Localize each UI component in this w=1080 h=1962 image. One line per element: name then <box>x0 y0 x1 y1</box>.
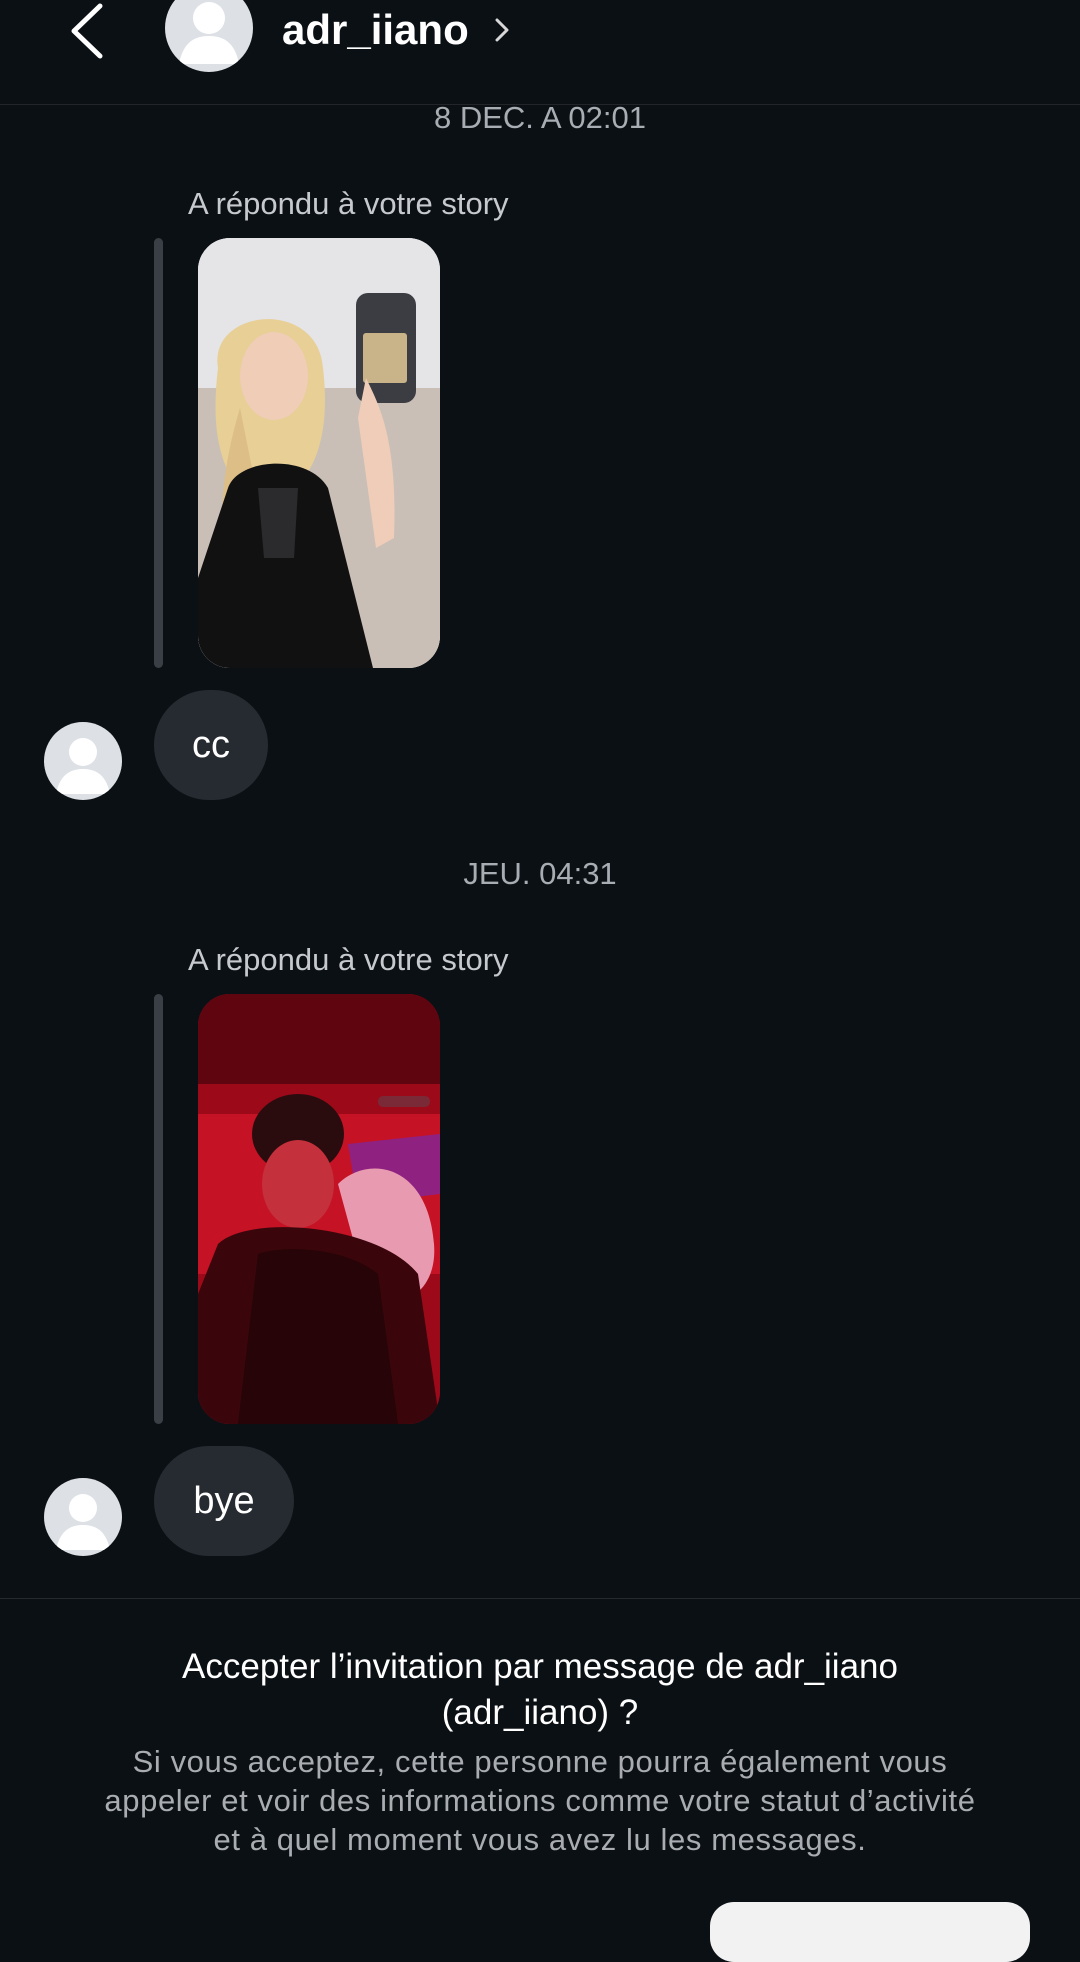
chat-header: adr_iiano <box>0 0 1080 105</box>
invite-desc-line-2: appeler et voir des informations comme v… <box>104 1783 976 1818</box>
reply-indicator-bar <box>154 994 163 1424</box>
story-thumbnail[interactable] <box>198 238 440 668</box>
message-text: bye <box>193 1479 255 1522</box>
story-reply-label: A répondu à votre story <box>188 942 509 977</box>
story-thumbnail[interactable] <box>198 994 440 1424</box>
invite-desc-line-1: Si vous acceptez, cette personne pourra … <box>132 1744 948 1779</box>
message-text: cc <box>192 723 230 766</box>
timestamp: 8 DEC. A 02:01 <box>434 100 646 135</box>
reply-indicator-bar <box>154 238 163 668</box>
default-avatar-icon <box>56 738 110 794</box>
invite-title-line-2: (adr_iiano) ? <box>441 1693 639 1732</box>
default-avatar-icon <box>179 2 239 64</box>
section-divider <box>0 1598 1080 1599</box>
message-bubble[interactable]: cc <box>154 690 268 800</box>
invite-description: Si vous acceptez, cette personne pourra … <box>40 1742 1040 1859</box>
story-photo <box>198 994 440 1424</box>
default-avatar-icon <box>56 1494 110 1550</box>
header-avatar[interactable] <box>165 0 253 72</box>
accept-button[interactable] <box>710 1902 1030 1962</box>
sender-avatar[interactable] <box>44 1478 122 1556</box>
story-photo <box>198 238 440 668</box>
header-username[interactable]: adr_iiano <box>282 6 469 54</box>
sender-avatar[interactable] <box>44 722 122 800</box>
invite-desc-line-3: et à quel moment vous avez lu les messag… <box>213 1822 867 1857</box>
chevron-right-icon[interactable] <box>492 14 512 46</box>
message-bubble[interactable]: bye <box>154 1446 294 1556</box>
timestamp: JEU. 04:31 <box>463 856 617 891</box>
invite-title-line-1: Accepter l’invitation par message de adr… <box>182 1647 898 1686</box>
back-arrow-icon[interactable] <box>62 2 112 60</box>
story-reply-label: A répondu à votre story <box>188 186 509 221</box>
